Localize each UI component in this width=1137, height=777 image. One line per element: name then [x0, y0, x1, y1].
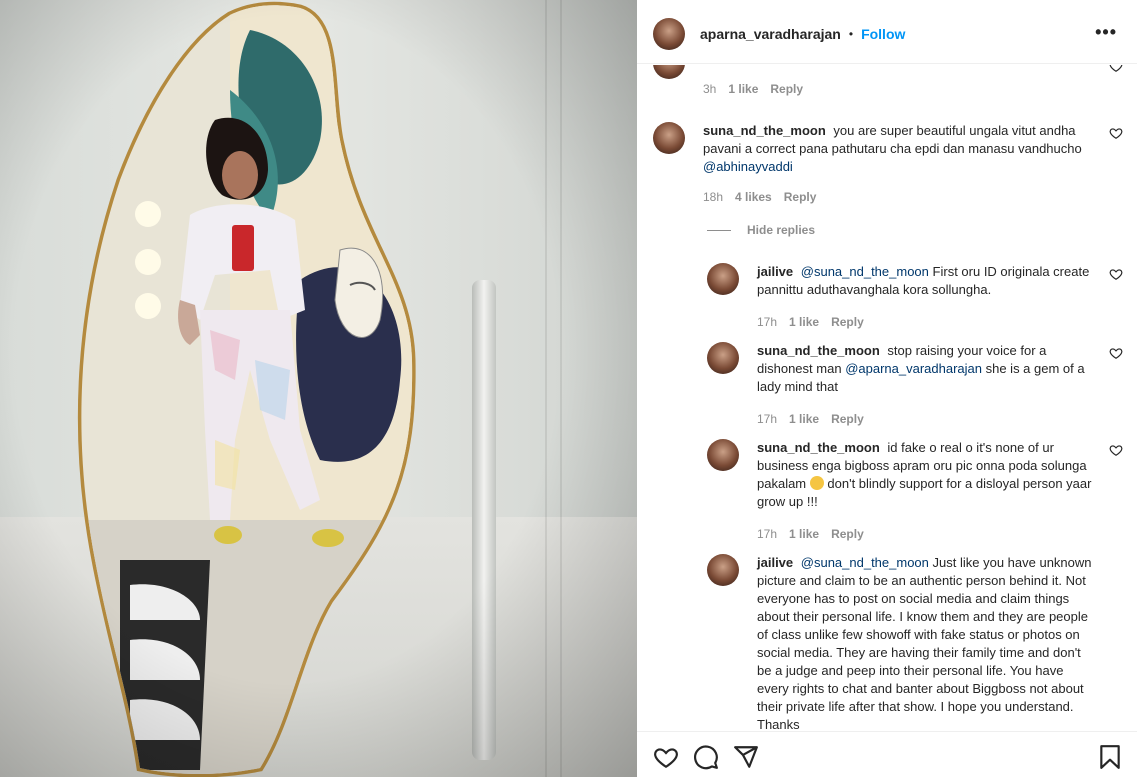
reply-button[interactable]: Reply: [770, 82, 803, 96]
reply-item: suna_nd_the_moon id fake o real o it's n…: [707, 439, 1123, 513]
comment-item: suna_nd_the_moon you are super beautiful…: [653, 122, 1123, 182]
like-comment-heart-icon[interactable]: [1109, 126, 1123, 140]
comment-meta: 18h 4 likes Reply: [703, 190, 816, 204]
commenter-avatar[interactable]: [707, 342, 739, 374]
comment-time: 17h: [757, 527, 778, 541]
comment-likes[interactable]: 1 like: [789, 315, 819, 329]
more-options-icon[interactable]: •••: [1095, 22, 1117, 43]
commenter-avatar[interactable]: [707, 439, 739, 471]
commenter-avatar[interactable]: [653, 122, 685, 154]
hide-replies-button[interactable]: Hide replies: [707, 223, 815, 237]
post-sidebar: aparna_varadharajan • Follow ••• 3h 1 li…: [637, 0, 1137, 777]
comment-meta: 17h 1 like Reply: [757, 315, 864, 329]
post-actions-bar: [637, 731, 1137, 777]
comment-likes[interactable]: 1 like: [789, 527, 819, 541]
share-icon[interactable]: [733, 744, 759, 770]
comment-username[interactable]: suna_nd_the_moon: [757, 343, 880, 358]
comment-time: 17h: [757, 315, 778, 329]
comment-meta: 17h 1 like Reply: [757, 527, 864, 541]
commenter-avatar[interactable]: [707, 554, 739, 586]
comment-username[interactable]: suna_nd_the_moon: [703, 123, 826, 138]
post-header: aparna_varadharajan • Follow •••: [637, 4, 1137, 64]
comments-list[interactable]: 3h 1 like Reply suna_nd_the_moon you are…: [637, 65, 1137, 731]
comment-username[interactable]: jailive: [757, 555, 793, 570]
comment-mention[interactable]: @abhinayvaddi: [703, 159, 793, 174]
comment-mention[interactable]: @aparna_varadharajan: [845, 361, 982, 376]
like-comment-heart-icon[interactable]: [1109, 267, 1123, 281]
comment-meta: 17h 1 like Reply: [757, 412, 864, 426]
commenter-avatar[interactable]: [707, 263, 739, 295]
like-comment-heart-icon[interactable]: [1109, 443, 1123, 457]
like-comment-heart-icon[interactable]: [1109, 346, 1123, 360]
laughing-emoji-icon: [809, 476, 824, 490]
reply-button[interactable]: Reply: [831, 315, 864, 329]
reply-button[interactable]: Reply: [831, 527, 864, 541]
comment-meta: 3h 1 like Reply: [703, 82, 803, 96]
comment-likes[interactable]: 1 like: [789, 412, 819, 426]
comment-time: 18h: [703, 190, 724, 204]
comment-likes[interactable]: 4 likes: [735, 190, 772, 204]
comment-mention[interactable]: @suna_nd_the_moon: [801, 264, 929, 279]
reply-item: suna_nd_the_moon stop raising your voice…: [707, 342, 1123, 398]
comment-content: don't blindly support for a disloyal per…: [757, 476, 1092, 509]
bookmark-icon[interactable]: [1097, 744, 1123, 770]
comment-mention[interactable]: @suna_nd_the_moon: [801, 555, 929, 570]
comment-text: suna_nd_the_moon you are super beautiful…: [703, 122, 1093, 176]
comment-text: suna_nd_the_moon stop raising your voice…: [757, 342, 1093, 396]
mirror-scene: [77, 1, 416, 777]
comment-username[interactable]: jailive: [757, 264, 793, 279]
reply-item: jailive @suna_nd_the_moon First oru ID o…: [707, 263, 1123, 303]
follow-button[interactable]: Follow: [861, 26, 905, 42]
comment-item: [653, 65, 1123, 79]
commenter-avatar[interactable]: [653, 65, 685, 79]
reply-button[interactable]: Reply: [784, 190, 817, 204]
comment-likes[interactable]: 1 like: [728, 82, 758, 96]
author-avatar[interactable]: [653, 17, 685, 50]
reply-button[interactable]: Reply: [831, 412, 864, 426]
comment-icon[interactable]: [693, 744, 719, 770]
comment-time: 3h: [703, 82, 717, 96]
author-username[interactable]: aparna_varadharajan: [700, 26, 841, 42]
header-separator: •: [848, 26, 854, 41]
reply-item: jailive @suna_nd_the_moon Just like you …: [707, 554, 1123, 731]
comment-time: 17h: [757, 412, 778, 426]
like-comment-heart-icon[interactable]: [1109, 65, 1123, 73]
comment-content: Just like you have unknown picture and c…: [757, 555, 1092, 731]
comment-text: jailive @suna_nd_the_moon First oru ID o…: [757, 263, 1093, 299]
comment-username[interactable]: suna_nd_the_moon: [757, 440, 880, 455]
comment-text: suna_nd_the_moon id fake o real o it's n…: [757, 439, 1093, 511]
hide-replies-line: [707, 229, 731, 231]
post-image[interactable]: [0, 0, 637, 777]
comment-text: jailive @suna_nd_the_moon Just like you …: [757, 554, 1093, 731]
heart-icon[interactable]: [653, 744, 679, 770]
hide-replies-label: Hide replies: [747, 223, 816, 237]
